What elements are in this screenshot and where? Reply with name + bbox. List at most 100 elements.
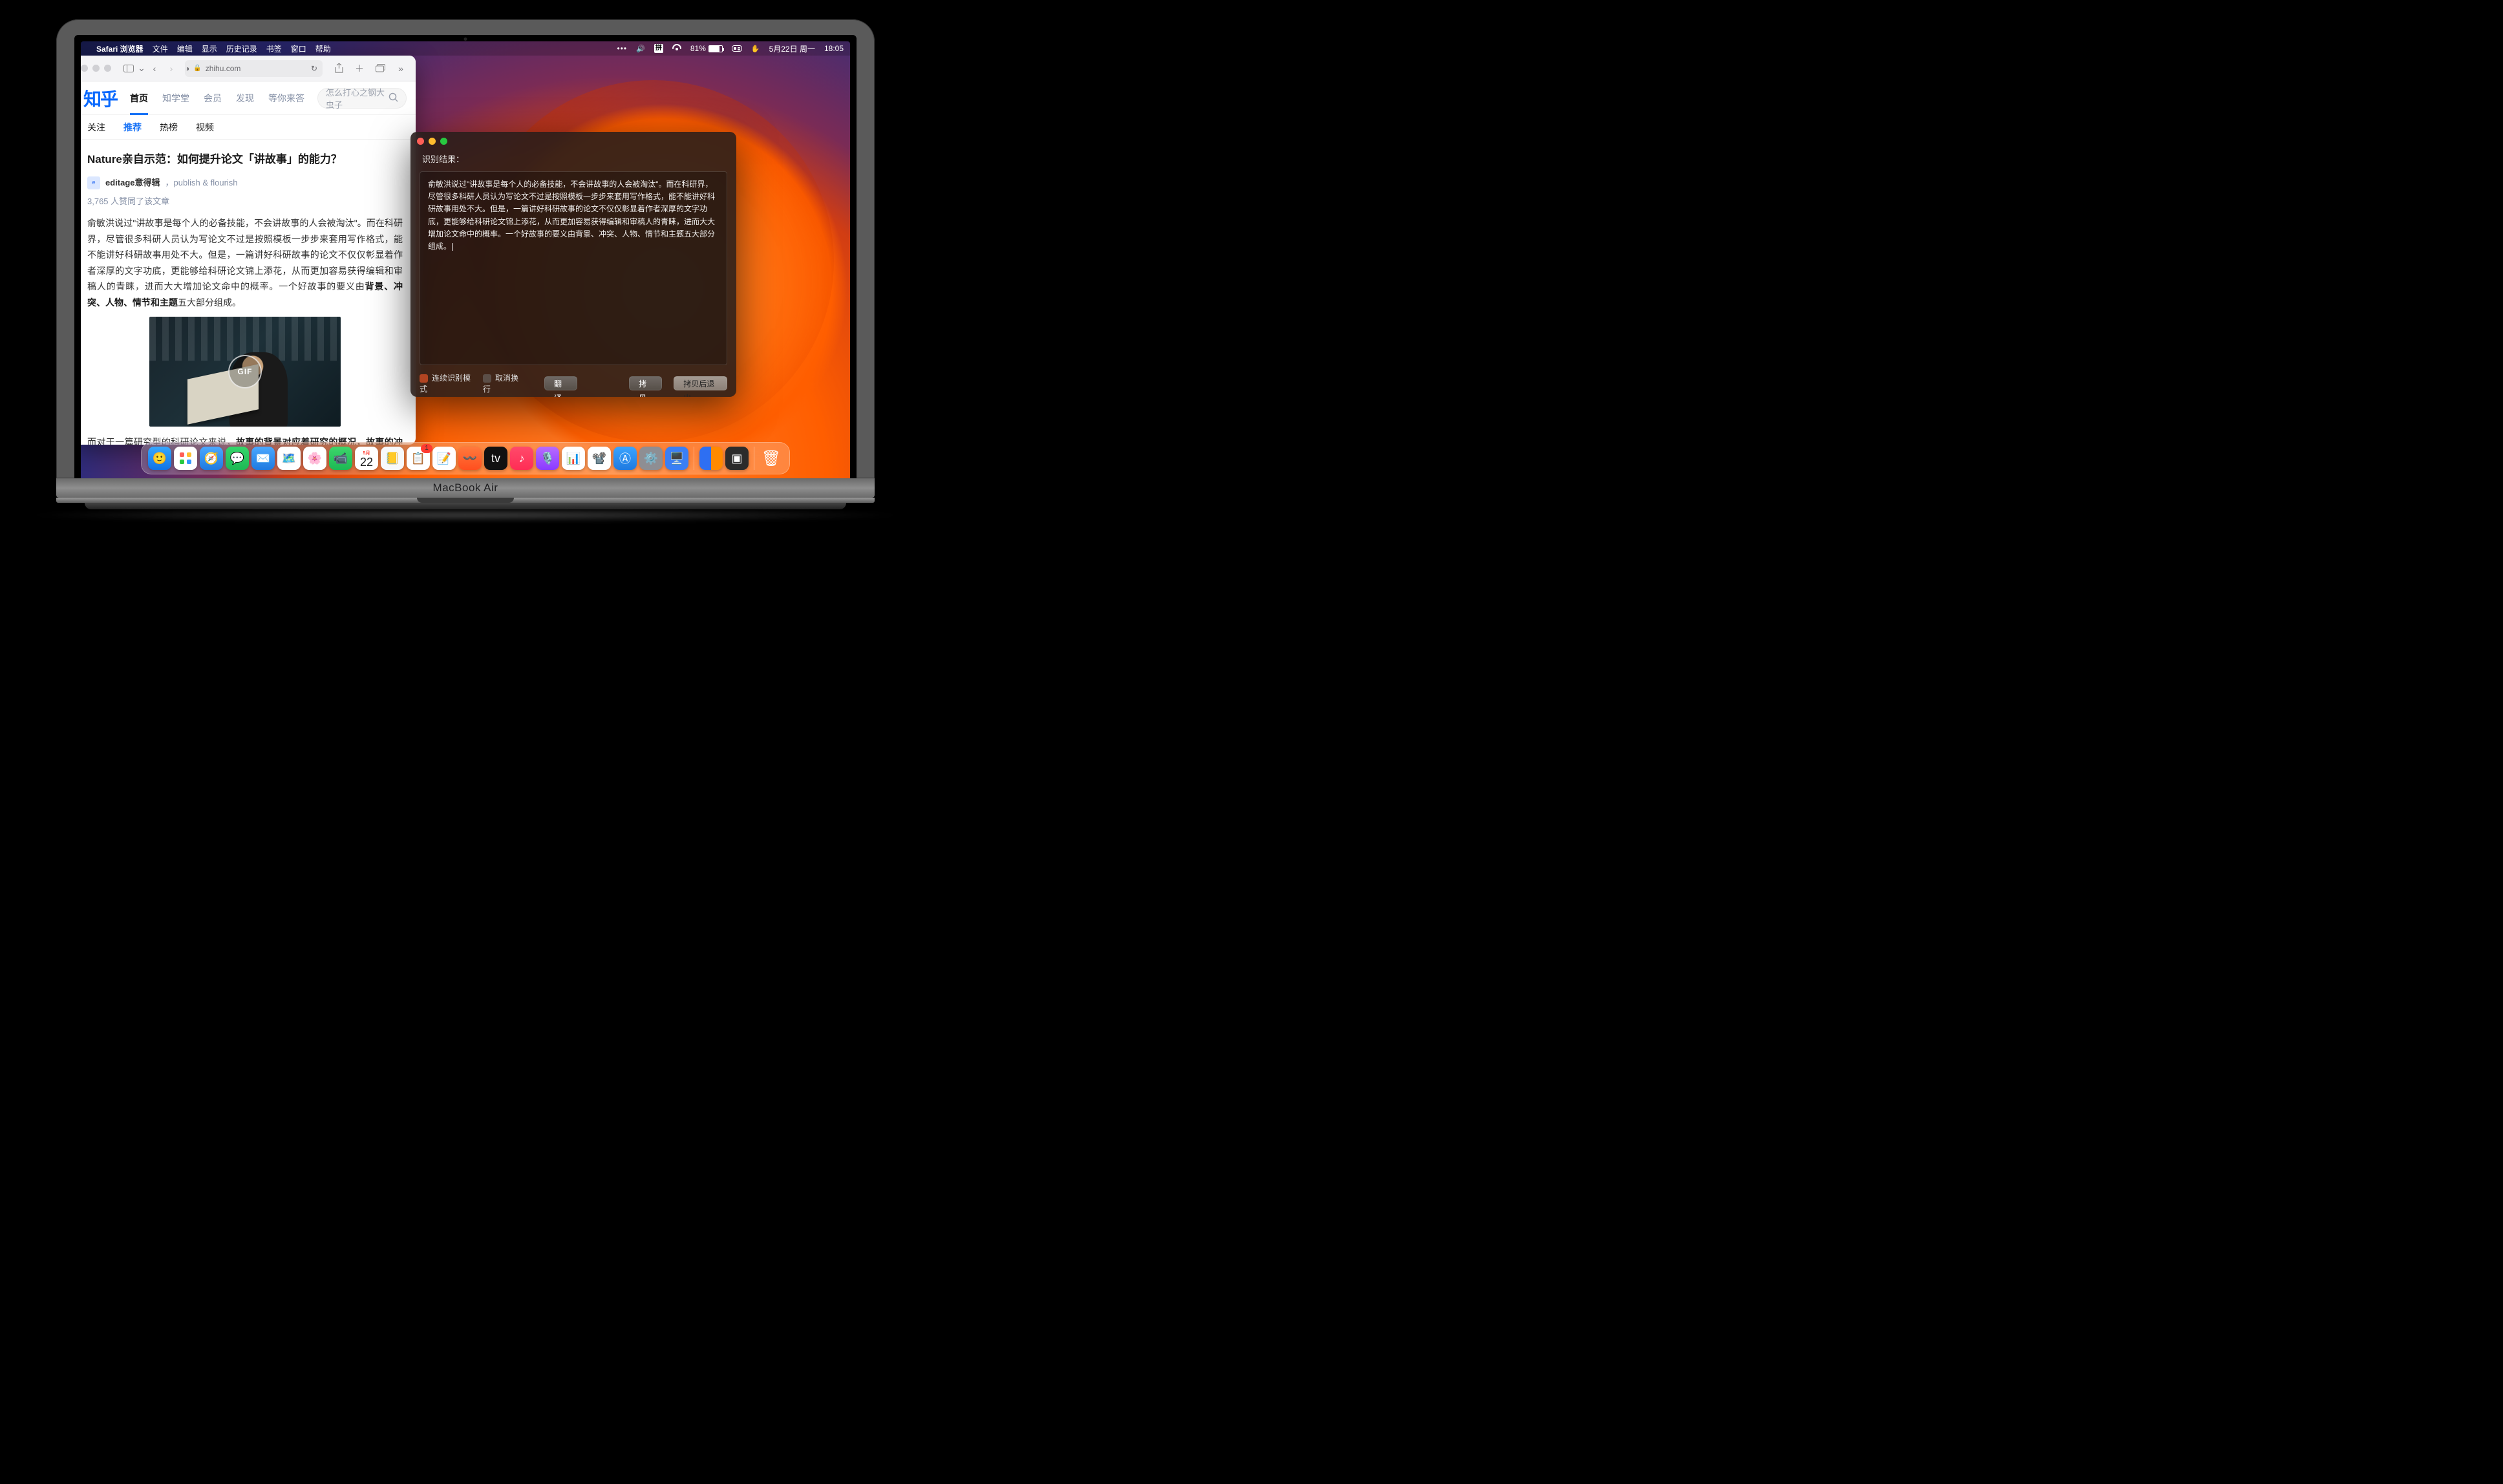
article-byline: e editage意得辑 ，publish & flourish <box>87 176 403 191</box>
menu-edit[interactable]: 编辑 <box>177 43 193 54</box>
forward-button[interactable]: › <box>163 61 180 76</box>
tab-video[interactable]: 视频 <box>196 121 214 134</box>
dock-facetime[interactable]: 📹 <box>329 447 352 470</box>
close-icon[interactable] <box>417 138 424 145</box>
menubar-time[interactable]: 18:05 <box>824 44 844 53</box>
dock-tv[interactable]: tv <box>484 447 507 470</box>
nav-vip[interactable]: 会员 <box>204 92 222 105</box>
feed-tabs: 关注 推荐 热榜 视频 <box>81 115 416 140</box>
lock-icon: 🔒 <box>193 65 201 72</box>
address-bar[interactable]: ◑ 🔒 zhihu.com ↻ <box>185 60 323 77</box>
tab-hot[interactable]: 热榜 <box>160 121 178 134</box>
menu-bookmarks[interactable]: 书签 <box>266 43 282 54</box>
safari-toolbar: ⌄ ‹ › ◑ 🔒 zhihu.com ↻ <box>81 56 416 81</box>
nav-zhixuetang[interactable]: 知学堂 <box>162 92 189 105</box>
likes-count[interactable]: 3,765 人赞同了该文章 <box>87 195 403 209</box>
app-name[interactable]: Safari 浏览器 <box>96 43 144 54</box>
dock-freeform[interactable]: 〰️ <box>458 447 482 470</box>
dock-calendar[interactable]: 5月 22 <box>355 447 378 470</box>
no-wrap-checkbox[interactable]: 取消换行 <box>483 372 521 394</box>
zoom-icon[interactable] <box>440 138 447 145</box>
url-text: zhihu.com <box>206 64 241 73</box>
dock-trash[interactable] <box>760 447 783 470</box>
menu-history[interactable]: 历史记录 <box>226 43 257 54</box>
article-title[interactable]: Nature亲自示范：如何提升论文「讲故事」的能力？ <box>87 150 403 169</box>
dock-finder[interactable]: 🙂 <box>148 447 171 470</box>
sidebar-toggle-button[interactable] <box>120 61 137 76</box>
dock-settings[interactable]: ⚙️ <box>639 447 663 470</box>
nav-discover[interactable]: 发现 <box>236 92 254 105</box>
shield-icon: ◑ <box>185 64 189 73</box>
minimize-icon[interactable] <box>429 138 436 145</box>
dock-reminders[interactable]: 📋 <box>407 447 430 470</box>
author-name[interactable]: editage意得辑 <box>105 176 160 191</box>
menu-window[interactable]: 窗口 <box>291 43 306 54</box>
tabs-overview-button[interactable] <box>372 61 389 76</box>
dock-keynote[interactable]: 📽️ <box>588 447 611 470</box>
dock-notes[interactable]: 📝 <box>432 447 456 470</box>
dock-photos[interactable]: 🌸 <box>303 447 326 470</box>
battery-icon <box>708 45 723 52</box>
traffic-lights[interactable] <box>81 65 111 72</box>
back-button[interactable]: ‹ <box>146 61 163 76</box>
dock-podcasts[interactable]: 🎙️ <box>536 447 559 470</box>
article-body: Nature亲自示范：如何提升论文「讲故事」的能力？ e editage意得辑 … <box>81 140 416 445</box>
dock-mail[interactable]: ✉️ <box>251 447 275 470</box>
raise-hand-icon[interactable] <box>751 45 760 53</box>
menubar-date[interactable]: 5月22日 周一 <box>769 43 815 54</box>
dock-launchpad[interactable] <box>174 447 197 470</box>
nav-home[interactable]: 首页 <box>130 92 148 105</box>
share-button[interactable] <box>330 61 347 76</box>
menu-extra-overflow[interactable] <box>617 44 628 53</box>
volume-icon[interactable] <box>636 45 645 53</box>
dock-maps[interactable]: 🗺️ <box>277 447 301 470</box>
copy-button[interactable]: 拷贝 <box>629 376 662 390</box>
tab-recommend[interactable]: 推荐 <box>123 121 142 134</box>
laptop-hinge <box>56 498 875 503</box>
control-center-icon[interactable] <box>732 45 742 52</box>
sidebar-chevron-icon[interactable]: ⌄ <box>137 61 146 76</box>
author-avatar[interactable]: e <box>87 176 100 189</box>
menu-view[interactable]: 显示 <box>202 43 217 54</box>
dock: 🙂 🧭 💬 ✉️ 🗺️ 🌸 📹 5月 22 📒 📋 <box>141 442 790 474</box>
menu-help[interactable]: 帮助 <box>315 43 331 54</box>
dock-appstore[interactable]: Ⓐ <box>613 447 637 470</box>
laptop-base: MacBook Air <box>56 478 875 498</box>
article-paragraph: 俞敏洪说过"讲故事是每个人的必备技能，不会讲故事的人会被淘汰"。而在科研界，尽管… <box>87 215 403 310</box>
calendar-day: 22 <box>360 456 373 468</box>
dock-screensharing[interactable]: 🖥️ <box>665 447 688 470</box>
battery-percent: 81% <box>690 44 706 53</box>
input-method-icon[interactable]: 拼 <box>654 44 663 53</box>
article-image[interactable]: GIF <box>149 317 341 427</box>
menu-bar: Safari 浏览器 文件 编辑 显示 历史记录 书签 窗口 帮助 拼 81% <box>81 41 850 56</box>
dock-recent-1[interactable] <box>699 447 723 470</box>
toolbar-overflow-button[interactable]: » <box>392 61 409 76</box>
new-tab-button[interactable]: ＋ <box>351 61 368 76</box>
ocr-traffic-lights[interactable] <box>410 132 736 150</box>
dock-messages[interactable]: 💬 <box>226 447 249 470</box>
dock-safari[interactable]: 🧭 <box>200 447 223 470</box>
search-input[interactable]: 怎么打心之钢大虫子 <box>317 88 407 109</box>
zhihu-logo[interactable]: 知乎 <box>83 85 117 111</box>
author-tagline: ，publish & flourish <box>165 176 238 191</box>
text-caret <box>452 243 453 251</box>
dock-music[interactable]: ♪ <box>510 447 533 470</box>
nav-answer[interactable]: 等你来答 <box>268 92 304 105</box>
translate-button[interactable]: 翻译 <box>544 376 577 390</box>
dock-numbers[interactable]: 📊 <box>562 447 585 470</box>
menu-file[interactable]: 文件 <box>153 43 168 54</box>
ocr-title: 识别结果： <box>410 150 736 171</box>
dock-recent-2[interactable]: ▣ <box>725 447 749 470</box>
reload-icon[interactable]: ↻ <box>311 64 317 73</box>
ocr-window: 识别结果： 俞敏洪说过"讲故事是每个人的必备技能，不会讲故事的人会被淘汰"。而在… <box>410 132 736 397</box>
dock-contacts[interactable]: 📒 <box>381 447 404 470</box>
continuous-mode-checkbox[interactable]: 连续识别模式 <box>420 372 471 394</box>
tab-follow[interactable]: 关注 <box>87 121 105 134</box>
copy-and-exit-button[interactable]: 拷贝后退出 <box>674 376 727 390</box>
screen: Safari 浏览器 文件 编辑 显示 历史记录 书签 窗口 帮助 拼 81% <box>81 41 850 478</box>
search-icon[interactable] <box>389 92 398 104</box>
battery-status[interactable]: 81% <box>690 44 723 53</box>
ocr-text-area[interactable]: 俞敏洪说过"讲故事是每个人的必备技能，不会讲故事的人会被淘汰"。而在科研界，尽管… <box>420 171 727 365</box>
search-placeholder: 怎么打心之钢大虫子 <box>326 86 389 111</box>
wifi-icon[interactable] <box>672 44 681 53</box>
